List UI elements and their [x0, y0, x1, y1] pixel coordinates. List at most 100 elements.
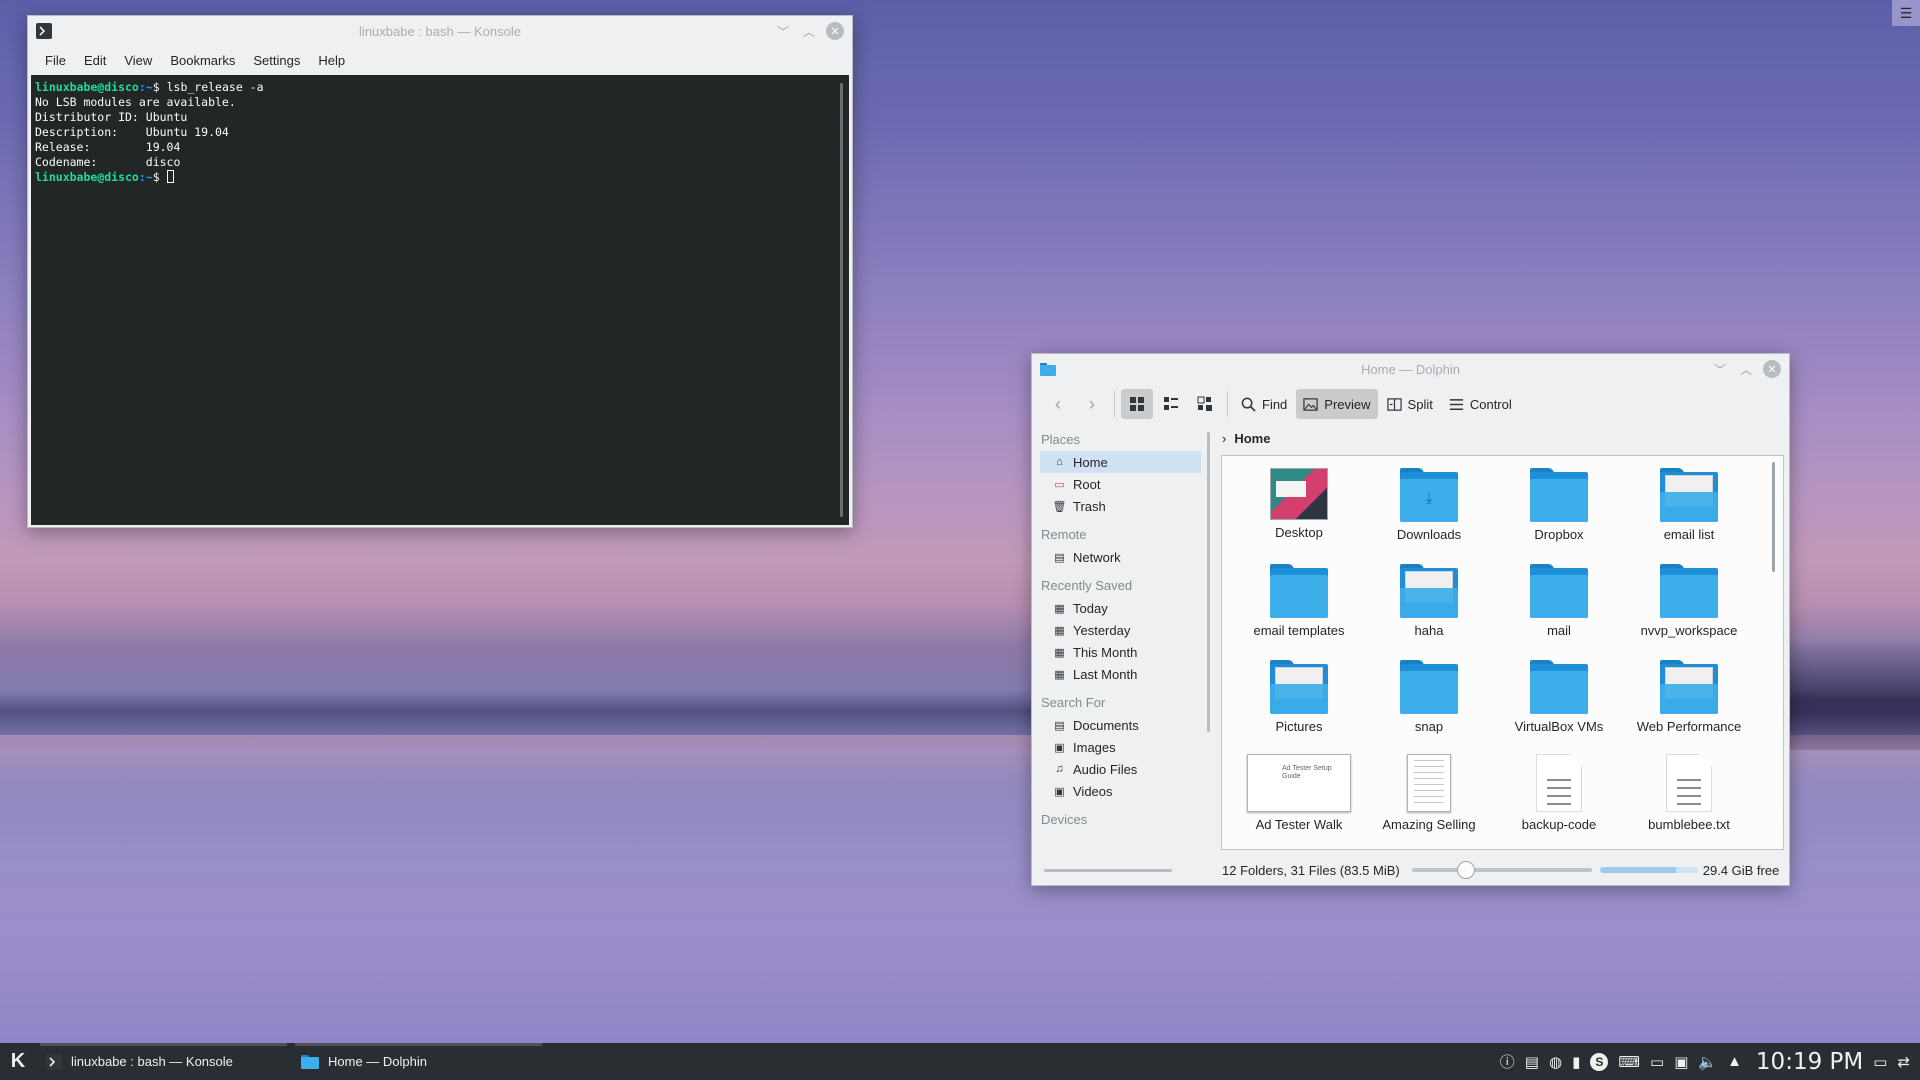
panel-settings-icon[interactable]: ⇄ [1897, 1053, 1910, 1071]
breadcrumb-home[interactable]: Home [1234, 431, 1270, 446]
info-icon[interactable]: ⓘ [1500, 1051, 1515, 1072]
file-item[interactable]: Desktop [1234, 466, 1364, 562]
close-button[interactable]: ✕ [1763, 360, 1781, 378]
menu-settings[interactable]: Settings [244, 53, 309, 68]
document-thumbnail-icon: Ad Tester Setup Guide [1247, 754, 1351, 812]
file-grid: Desktop ⤓ Downloads Dropbox email list email … [1234, 466, 1754, 849]
update-icon[interactable]: ◍ [1549, 1053, 1562, 1071]
file-item[interactable]: Ad Tester Setup Guide Ad Tester Walk [1234, 754, 1364, 849]
terminal-scrollbar[interactable] [840, 83, 843, 517]
folder-icon [1660, 562, 1718, 618]
skype-icon[interactable]: S [1590, 1052, 1609, 1071]
zoom-slider[interactable] [1411, 861, 1592, 879]
zoom-slider-handle[interactable] [1457, 861, 1476, 879]
file-item[interactable]: backup-code [1494, 754, 1624, 849]
keyboard-icon[interactable]: ⌨ [1618, 1053, 1640, 1071]
close-button[interactable]: ✕ [826, 22, 844, 40]
menu-view[interactable]: View [115, 53, 161, 68]
minimize-button[interactable]: ﹀ [774, 22, 792, 40]
breadcrumb[interactable]: › Home [1222, 426, 1270, 450]
file-item[interactable]: email list [1624, 466, 1754, 562]
place-last-month[interactable]: ▦ Last Month [1040, 663, 1201, 685]
control-label: Control [1469, 396, 1512, 412]
minimize-button[interactable]: ﹀ [1711, 360, 1729, 378]
back-button[interactable]: ‹ [1042, 389, 1074, 419]
place-documents[interactable]: ▤ Documents [1040, 714, 1201, 736]
compact-view-icon [1164, 397, 1178, 410]
place-root[interactable]: ▭ Root [1040, 473, 1201, 495]
desktop-toolbox-button[interactable]: ☰ [1892, 0, 1920, 26]
file-item[interactable]: nvvp_workspace [1624, 562, 1754, 658]
konsole-titlebar[interactable]: linuxbabe : bash — Konsole ﹀ ︿ ✕ [28, 16, 852, 46]
compact-view-button[interactable] [1155, 389, 1187, 419]
icons-view-button[interactable] [1121, 389, 1153, 419]
place-network[interactable]: ▤ Network [1040, 546, 1201, 568]
usb-icon[interactable]: ▮ [1572, 1053, 1580, 1071]
application-launcher-button[interactable]: K [0, 1043, 36, 1080]
file-item[interactable]: email templates [1234, 562, 1364, 658]
file-name: haha [1414, 623, 1444, 638]
file-item[interactable]: haha [1364, 562, 1494, 658]
place-images[interactable]: ▣ Images [1040, 736, 1201, 758]
control-button[interactable]: Control [1442, 389, 1519, 419]
forward-button[interactable]: › [1076, 389, 1108, 419]
file-view[interactable]: Desktop ⤓ Downloads Dropbox email list email … [1221, 455, 1784, 850]
details-view-button[interactable] [1189, 389, 1221, 419]
file-item[interactable]: Amazing Selling [1364, 754, 1494, 849]
menu-bookmarks[interactable]: Bookmarks [161, 53, 244, 68]
file-name: Downloads [1396, 527, 1462, 542]
task-dolphin[interactable]: Home — Dolphin [291, 1043, 546, 1080]
dolphin-window: Home — Dolphin ﹀ ︿ ✕ ‹ › Find Preview Sp… [1031, 353, 1790, 886]
free-space-fill [1599, 867, 1677, 873]
status-summary: 12 Folders, 31 Files (83.5 MiB) [1222, 862, 1400, 878]
file-item[interactable]: bumblebee.txt [1624, 754, 1754, 849]
display-icon[interactable]: ▭ [1650, 1053, 1664, 1071]
places-scrollbar[interactable] [1207, 432, 1210, 732]
terminal-output[interactable]: linuxbabe@disco:~$ lsb_release -a No LSB … [31, 75, 849, 525]
menu-file[interactable]: File [36, 53, 75, 68]
file-item[interactable]: mail [1494, 562, 1624, 658]
chevron-up-icon: ︿ [1739, 362, 1752, 377]
expand-tray-icon[interactable]: ▲ [1727, 1053, 1742, 1070]
menu-help[interactable]: Help [309, 53, 354, 68]
place-yesterday[interactable]: ▦ Yesterday [1040, 619, 1201, 641]
file-item[interactable]: Pictures [1234, 658, 1364, 754]
place-today[interactable]: ▦ Today [1040, 597, 1201, 619]
file-item[interactable]: ⤓ Downloads [1364, 466, 1494, 562]
file-view-scrollbar[interactable] [1772, 462, 1775, 572]
preview-button[interactable]: Preview [1296, 389, 1378, 419]
calendar-icon: ▦ [1054, 668, 1065, 681]
chevron-right-icon: › [1089, 393, 1095, 414]
show-desktop-icon[interactable]: ▭ [1873, 1053, 1887, 1071]
free-space-bar [1599, 867, 1698, 873]
clock[interactable]: 10:19 PM [1756, 1049, 1863, 1075]
terminal-line: linuxbabe@disco:~$ lsb_release -a [35, 80, 264, 94]
place-trash[interactable]: 🗑 Trash [1040, 495, 1201, 517]
place-audio-files[interactable]: ♫ Audio Files [1040, 758, 1201, 780]
clipboard-icon[interactable]: ▤ [1525, 1053, 1539, 1071]
file-item[interactable]: Dropbox [1494, 466, 1624, 562]
download-folder-icon: ⤓ [1400, 466, 1458, 522]
places-horizontal-scrollbar[interactable] [1044, 869, 1172, 872]
file-name: backup-code [1521, 817, 1597, 832]
find-button[interactable]: Find [1234, 389, 1294, 419]
file-name: Desktop [1275, 525, 1323, 540]
maximize-button[interactable]: ︿ [800, 22, 818, 40]
network-icon[interactable]: ▣ [1674, 1053, 1688, 1071]
menu-edit[interactable]: Edit [75, 53, 115, 68]
place-videos[interactable]: ▣ Videos [1040, 780, 1201, 802]
close-icon: ✕ [1767, 363, 1777, 376]
file-item[interactable]: snap [1364, 658, 1494, 754]
dolphin-titlebar[interactable]: Home — Dolphin ﹀ ︿ ✕ [1032, 354, 1789, 384]
place-home[interactable]: ⌂ Home [1040, 451, 1201, 473]
terminal-line: linuxbabe@disco:~$ [35, 170, 845, 185]
maximize-button[interactable]: ︿ [1737, 360, 1755, 378]
file-name: bumblebee.txt [1648, 817, 1730, 832]
chevron-right-icon: › [1222, 430, 1227, 446]
file-item[interactable]: VirtualBox VMs [1494, 658, 1624, 754]
place-this-month[interactable]: ▦ This Month [1040, 641, 1201, 663]
file-item[interactable]: Web Performance [1624, 658, 1754, 754]
task-konsole[interactable]: linuxbabe : bash — Konsole [36, 1043, 291, 1080]
split-button[interactable]: Split [1380, 389, 1440, 419]
volume-icon[interactable]: 🔈 [1698, 1053, 1717, 1071]
